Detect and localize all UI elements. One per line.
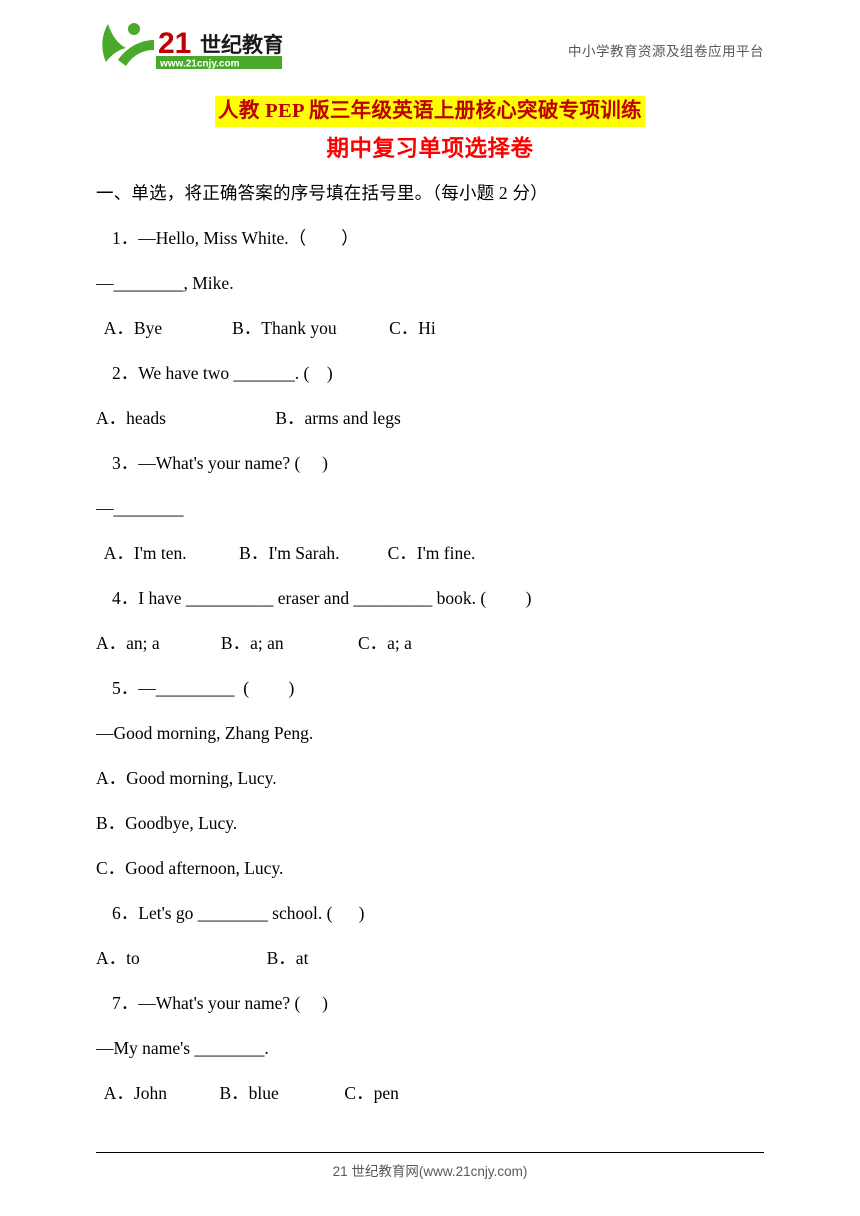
page-header: 21 世纪教育 www.21cnjy.com 中小学教育资源及组卷应用平台 <box>96 0 764 78</box>
question-5-option-b: B．Goodbye, Lucy. <box>96 813 238 833</box>
sub-title-row: 期中复习单项选择卷 <box>96 134 764 164</box>
question-6-stem: 6．Let's go ________ school. ( ) <box>112 903 365 923</box>
question-3-answer-line: —________ <box>96 498 184 518</box>
svg-text:21: 21 <box>158 27 191 60</box>
question-1-answer-line: —________, Mike. <box>96 273 234 293</box>
question-7-options: A．John B．blue C．pen <box>96 1083 399 1103</box>
question-7-stem: 7．—What's your name? ( ) <box>112 993 329 1013</box>
section-heading: 一、单选，将正确答案的序号填在括号里。（每小题 2 分） <box>96 183 548 203</box>
svg-text:世纪教育: 世纪教育 <box>200 33 282 57</box>
question-4-stem: 4．I have __________ eraser and _________… <box>112 588 532 608</box>
document-page: 21 世纪教育 www.21cnjy.com 中小学教育资源及组卷应用平台 人教… <box>0 0 860 1216</box>
site-logo: 21 世纪教育 www.21cnjy.com <box>96 20 282 72</box>
question-4-options: A．an; a B．a; an C．a; a <box>96 633 412 653</box>
question-5-stem: 5．—_________ ( ) <box>112 678 295 698</box>
question-5-option-a: A．Good morning, Lucy. <box>96 768 277 788</box>
main-title-row: 人教 PEP 版三年级英语上册核心突破专项训练 <box>96 96 764 127</box>
svg-text:www.21cnjy.com: www.21cnjy.com <box>159 59 240 70</box>
header-platform-text: 中小学教育资源及组卷应用平台 <box>568 44 764 59</box>
footer-text: 21 世纪教育网(www.21cnjy.com) <box>332 1164 528 1179</box>
question-1-stem: 1．—Hello, Miss White.（ ） <box>112 228 359 248</box>
main-title: 人教 PEP 版三年级英语上册核心突破专项训练 <box>215 96 645 127</box>
sub-title: 期中复习单项选择卷 <box>326 136 534 161</box>
question-2-options: A．heads B．arms and legs <box>96 408 401 428</box>
question-5-answer-line: —Good morning, Zhang Peng. <box>96 723 314 743</box>
question-6-options: A．to B．at <box>96 948 309 968</box>
question-1-options: A．Bye B．Thank you C．Hi <box>96 318 436 338</box>
question-3-stem: 3．—What's your name? ( ) <box>112 453 329 473</box>
question-2-stem: 2．We have two _______. ( ) <box>112 363 333 383</box>
footer-divider <box>96 1152 764 1153</box>
question-5-option-c: C．Good afternoon, Lucy. <box>96 858 284 878</box>
question-7-answer-line: —My name's ________. <box>96 1038 269 1058</box>
question-3-options: A．I'm ten. B．I'm Sarah. C．I'm fine. <box>96 543 476 563</box>
